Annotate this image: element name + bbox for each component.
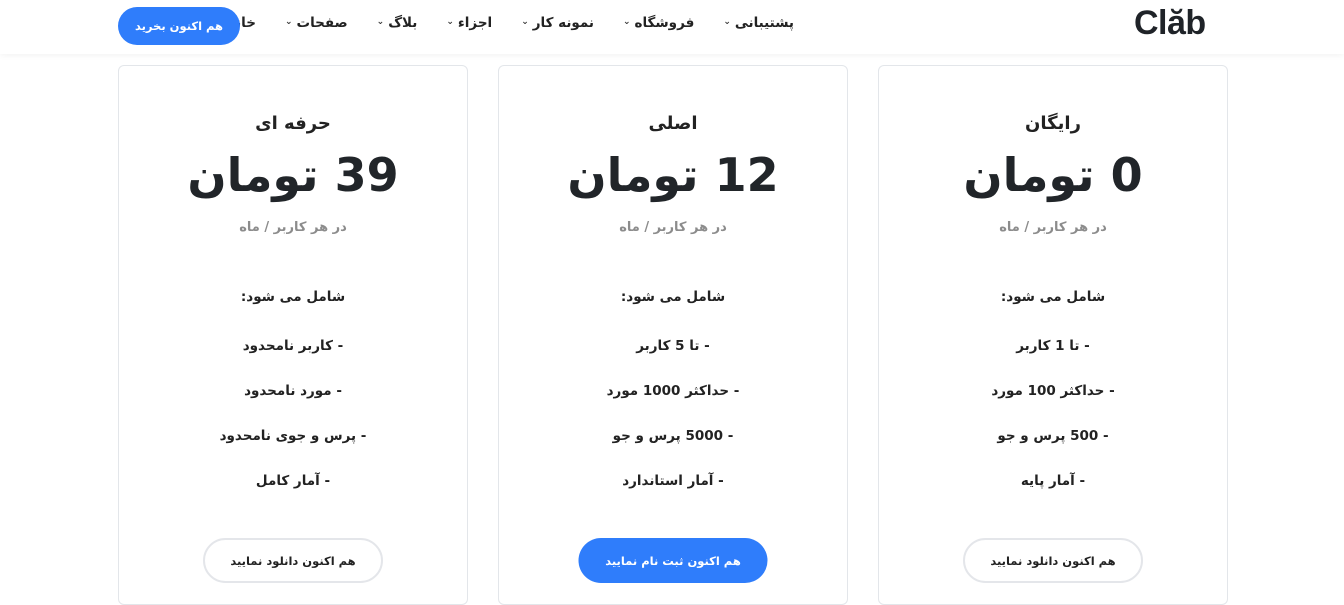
plan-includes-label: شامل می شود: [1000, 289, 1106, 305]
plan-includes-label: شامل می شود: [620, 289, 726, 305]
nav-item-label: پشتیبانی [734, 15, 794, 31]
plan-price: 39 تومان [187, 148, 399, 202]
plan-period: در هر کاربر / ماه [239, 220, 347, 235]
plan-feature: - آمار استاندارد [622, 473, 724, 489]
main-nav: خانه ⌄ صفحات ⌄ بلاگ ⌄ اجزاء ⌄ نمونه کار … [216, 15, 794, 31]
plan-feature: - آمار کامل [255, 473, 331, 489]
chevron-down-icon: ⌄ [723, 17, 731, 27]
nav-item-label: فروشگاه [634, 15, 695, 31]
buy-now-button[interactable]: هم اکنون بخرید [118, 7, 240, 45]
pricing-card-basic: اصلی 12 تومان در هر کاربر / ماه شامل می … [498, 65, 848, 605]
nav-item-label: بلاگ [388, 15, 418, 31]
plan-feature: - تا 1 کاربر [1016, 338, 1090, 354]
plan-feature: - حداکثر 1000 مورد [606, 383, 740, 399]
chevron-down-icon: ⌄ [521, 17, 529, 27]
plan-feature: - 5000 پرس و جو [612, 428, 734, 444]
signup-button[interactable]: هم اکنون ثبت نام نمایید [578, 538, 768, 583]
pricing-card-free: رایگان 0 تومان در هر کاربر / ماه شامل می… [878, 65, 1228, 605]
plan-feature: - تا 5 کاربر [636, 338, 710, 354]
plan-name: حرفه ای [255, 113, 331, 134]
plan-feature: - آمار پایه [1020, 473, 1086, 489]
nav-item-label: نمونه کار [532, 15, 594, 31]
brand-logo[interactable]: Clăb [1134, 4, 1206, 43]
top-navbar: Clăb خانه ⌄ صفحات ⌄ بلاگ ⌄ اجزاء ⌄ نمونه… [0, 0, 1344, 54]
nav-item-shop[interactable]: فروشگاه ⌄ [623, 15, 694, 31]
plan-period: در هر کاربر / ماه [619, 220, 727, 235]
plan-feature: - حداکثر 100 مورد [991, 383, 1115, 399]
nav-item-portfolio[interactable]: نمونه کار ⌄ [521, 15, 594, 31]
plan-name: رایگان [1025, 113, 1081, 134]
plan-feature: - کاربر نامحدود [242, 338, 344, 354]
plan-price: 12 تومان [567, 148, 779, 202]
chevron-down-icon: ⌄ [446, 17, 454, 27]
chevron-down-icon: ⌄ [376, 17, 385, 27]
nav-item-blog[interactable]: بلاگ ⌄ [377, 15, 418, 31]
nav-item-label: صفحات [296, 15, 348, 31]
nav-item-support[interactable]: پشتیبانی ⌄ [723, 15, 794, 31]
plan-feature: - پرس و جوی نامحدود [219, 428, 367, 444]
nav-item-label: اجزاء [457, 15, 493, 31]
nav-item-pages[interactable]: صفحات ⌄ [285, 15, 348, 31]
pricing-card-pro: حرفه ای 39 تومان در هر کاربر / ماه شامل … [118, 65, 468, 605]
chevron-down-icon: ⌄ [622, 17, 631, 27]
plan-period: در هر کاربر / ماه [999, 220, 1107, 235]
plan-name: اصلی [648, 113, 698, 134]
download-button[interactable]: هم اکنون دانلود نمایید [203, 538, 383, 583]
nav-item-components[interactable]: اجزاء ⌄ [446, 15, 492, 31]
plan-includes-label: شامل می شود: [240, 289, 346, 305]
chevron-down-icon: ⌄ [284, 17, 293, 27]
plan-feature: - مورد نامحدود [244, 383, 342, 399]
plan-price: 0 تومان [963, 148, 1143, 202]
plan-feature: - 500 پرس و جو [997, 428, 1109, 444]
download-button[interactable]: هم اکنون دانلود نمایید [963, 538, 1143, 583]
